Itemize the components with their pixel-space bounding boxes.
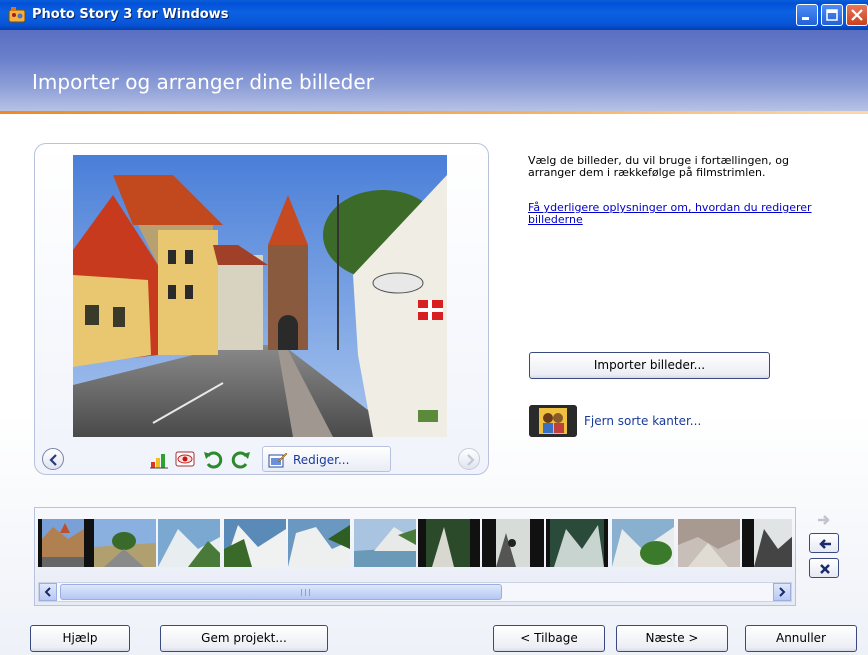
window-title: Photo Story 3 for Windows xyxy=(32,7,229,22)
photo-story-app-icon xyxy=(8,7,26,23)
delete-picture-button[interactable] xyxy=(809,558,839,578)
move-right-button[interactable] xyxy=(809,510,839,530)
filmstrip-thumbnail[interactable] xyxy=(482,519,544,567)
auto-fix-icon[interactable] xyxy=(148,448,170,470)
instructions-text: Vælg de billeder, du vil bruge i fortæll… xyxy=(528,154,789,179)
edit-button-label: Rediger... xyxy=(293,453,350,467)
filmstrip-thumbnail[interactable] xyxy=(94,519,156,567)
close-button[interactable] xyxy=(846,4,868,26)
scroll-right-icon xyxy=(779,587,786,597)
filmstrip-thumbnail[interactable] xyxy=(612,519,674,567)
help-button[interactable]: Hjælp xyxy=(30,625,130,652)
scroll-left-button[interactable] xyxy=(39,583,57,601)
cancel-button[interactable]: Annuller xyxy=(745,625,857,652)
red-eye-icon[interactable] xyxy=(174,448,196,470)
filmstrip-thumbnail[interactable] xyxy=(158,519,220,567)
filmstrip-thumbnail[interactable] xyxy=(224,519,286,567)
move-left-button[interactable] xyxy=(809,533,839,553)
filmstrip-thumbnail[interactable] xyxy=(418,519,480,567)
move-right-icon xyxy=(818,515,830,525)
next-button[interactable]: Næste > xyxy=(616,625,728,652)
page-title: Importer og arranger dine billeder xyxy=(32,70,374,94)
page-header: Importer og arranger dine billeder xyxy=(0,30,868,112)
maximize-button[interactable] xyxy=(821,4,843,26)
rotate-right-icon[interactable] xyxy=(230,448,252,470)
remove-borders-icon[interactable] xyxy=(529,405,577,437)
previous-picture-button[interactable] xyxy=(42,448,64,470)
filmstrip-thumbnail[interactable] xyxy=(678,519,740,567)
move-left-icon xyxy=(819,539,831,549)
help-link[interactable]: Få yderligere oplysninger om, hvordan du… xyxy=(528,202,818,226)
next-icon xyxy=(467,454,475,466)
back-button[interactable]: < Tilbage xyxy=(493,625,605,652)
import-pictures-button[interactable]: Importer billeder... xyxy=(529,352,770,379)
preview-image xyxy=(73,155,447,437)
edit-icon xyxy=(268,452,288,468)
filmstrip-thumbnail[interactable] xyxy=(742,519,792,567)
next-picture-button[interactable] xyxy=(458,448,480,470)
minimize-button[interactable] xyxy=(796,4,818,26)
previous-icon xyxy=(49,454,57,466)
remove-borders-link[interactable]: Fjern sorte kanter... xyxy=(584,414,701,428)
rotate-left-icon[interactable] xyxy=(202,448,224,470)
filmstrip-thumbnail[interactable] xyxy=(546,519,608,567)
title-bar[interactable]: Photo Story 3 for Windows xyxy=(0,0,868,30)
delete-icon xyxy=(820,564,830,574)
edit-button[interactable]: Rediger... xyxy=(262,446,391,472)
filmstrip-thumbnails xyxy=(38,519,792,567)
filmstrip-thumbnail[interactable] xyxy=(354,519,416,567)
filmstrip-thumbnail[interactable] xyxy=(38,519,100,567)
maximize-icon xyxy=(826,9,838,21)
minimize-icon xyxy=(802,17,809,20)
filmstrip-thumbnail[interactable] xyxy=(288,519,350,567)
scroll-right-button[interactable] xyxy=(773,583,791,601)
save-project-button[interactable]: Gem projekt... xyxy=(160,625,328,652)
scroll-left-icon xyxy=(44,587,51,597)
close-icon xyxy=(851,9,863,21)
filmstrip-scrollbar[interactable] xyxy=(38,582,792,602)
scroll-thumb[interactable] xyxy=(60,584,502,600)
